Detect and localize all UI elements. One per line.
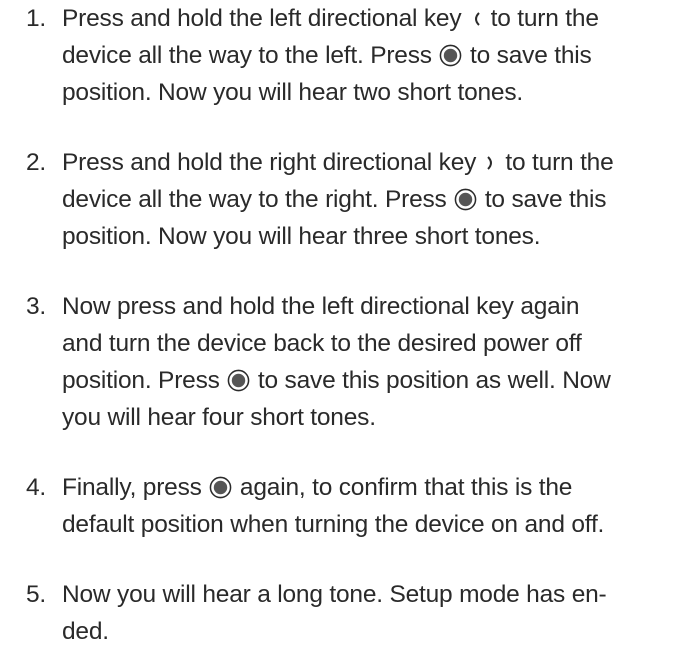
step-line: position. Press to save this position as… xyxy=(62,362,672,399)
select-button-icon xyxy=(440,44,462,67)
text-segment: ded. xyxy=(62,618,109,645)
step-text: Press and hold the right directional key… xyxy=(62,144,672,255)
step-number: 1. xyxy=(26,5,47,32)
step-number: 2. xyxy=(26,149,47,176)
text-segment: to turn the xyxy=(490,5,599,32)
text-segment: position. Now you will hear two short to… xyxy=(62,79,524,106)
text-segment: default position when turning the device… xyxy=(62,511,605,538)
step-line: and turn the device back to the desired … xyxy=(62,325,672,362)
select-button-icon xyxy=(209,476,232,499)
step-line: position. Now you will hear three short … xyxy=(62,218,672,255)
step-line: ded. xyxy=(62,613,672,650)
step-number: 4. xyxy=(26,474,47,501)
text-segment: device all the way to the right. Press xyxy=(62,186,447,213)
step-line: Press and hold the left directional key … xyxy=(62,0,672,37)
step-line: Finally, press again, to confirm that th… xyxy=(62,469,672,506)
step-line: default position when turning the device… xyxy=(62,506,672,543)
text-segment: Press and hold the left directional key xyxy=(62,5,462,32)
step-line: position. Now you will hear two short to… xyxy=(62,74,672,111)
instruction-document: 1. Press and hold the left directional k… xyxy=(0,0,675,669)
step-line: Now press and hold the left directional … xyxy=(62,288,672,325)
step-line: device all the way to the right. Press t… xyxy=(62,181,672,218)
step-line: Now you will hear a long tone. Setup mod… xyxy=(62,576,672,613)
step-text: Finally, press again, to confirm that th… xyxy=(62,469,672,543)
text-segment: Now press and hold the left directional … xyxy=(62,293,580,320)
text-segment: to save this xyxy=(484,186,607,213)
right-arrow-icon xyxy=(487,156,492,170)
text-segment: you will hear four short tones. xyxy=(62,404,376,431)
step-text: Now press and hold the left directional … xyxy=(62,288,672,436)
step-number: 5. xyxy=(26,581,47,608)
text-segment: to save this xyxy=(470,42,592,69)
text-segment: position. Press xyxy=(62,367,220,394)
text-segment: Now you will hear a long tone. Setup mod… xyxy=(62,581,607,608)
step-number: 3. xyxy=(26,293,47,320)
left-arrow-icon xyxy=(475,12,480,26)
text-segment: position. Now you will hear three short … xyxy=(62,223,541,250)
step-text: Press and hold the left directional key … xyxy=(62,0,672,111)
text-segment: device all the way to the left. Press xyxy=(62,42,432,69)
text-segment: Finally, press xyxy=(62,474,202,501)
step-text: Now you will hear a long tone. Setup mod… xyxy=(62,576,672,650)
text-segment: and turn the device back to the desired … xyxy=(62,330,582,357)
select-button-icon xyxy=(227,369,250,392)
text-segment: Press and hold the right directional key xyxy=(62,149,477,176)
step-line: device all the way to the left. Press to… xyxy=(62,37,672,74)
text-segment: to save this position as well. Now xyxy=(257,367,611,394)
text-segment: to turn the xyxy=(505,149,614,176)
select-button-icon xyxy=(454,188,477,211)
step-line: Press and hold the right directional key… xyxy=(62,144,672,181)
step-line: you will hear four short tones. xyxy=(62,399,672,436)
text-segment: again, to confirm that this is the xyxy=(239,474,573,501)
